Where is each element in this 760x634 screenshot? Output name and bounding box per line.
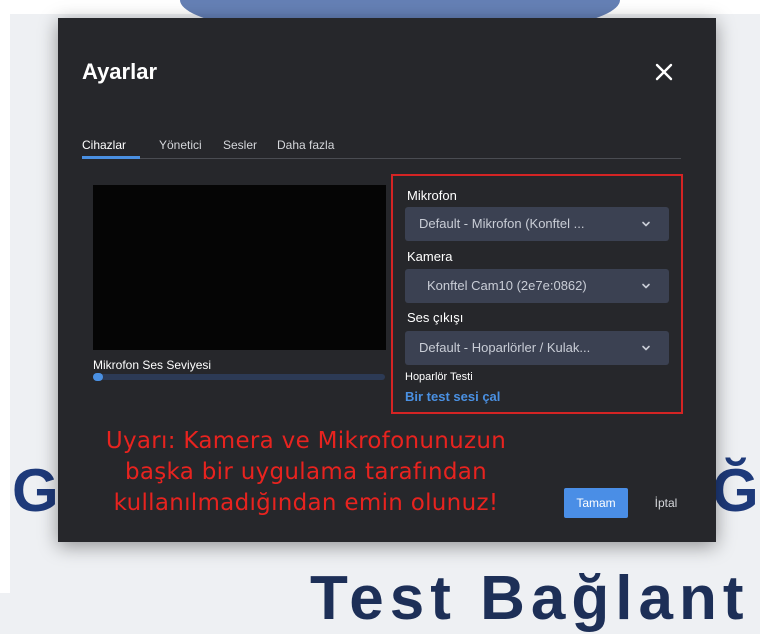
warning-message: Uyarı: Kamera ve Mikrofonunuzun başka bi… [76,426,536,519]
device-selection-panel: Mikrofon Default - Mikrofon (Konftel ...… [391,174,683,414]
close-button[interactable] [652,60,676,84]
close-icon [655,63,673,81]
tab-sounds[interactable]: Sesler [223,138,257,152]
microphone-select-value: Default - Mikrofon (Konftel ... [419,216,585,231]
warning-line-3: kullanılmadığından emin olunuz! [113,490,499,516]
background-left-margin [0,14,10,593]
microphone-label: Mikrofon [407,188,457,203]
tabs-divider [82,158,681,159]
ok-button[interactable]: Tamam [564,488,628,518]
camera-preview [93,185,386,350]
camera-label: Kamera [407,249,453,264]
tab-more[interactable]: Daha fazla [277,138,334,152]
mic-level-indicator [93,373,103,381]
warning-line-2: başka bir uygulama tarafından [124,459,488,485]
speaker-test-label: Hoparlör Testi [405,371,473,383]
warning-line-1: Uyarı: Kamera ve Mikrofonunuzun [105,428,507,454]
dialog-title: Ayarlar [82,59,158,84]
tab-devices[interactable]: Cihazlar [82,138,126,152]
background-text-bottom: Test Bağlant [310,564,750,633]
chevron-down-icon [642,283,650,289]
active-tab-indicator [82,156,140,159]
settings-tabs: Cihazlar Yönetici Sesler Daha fazla [82,138,682,160]
background-text-right: Ğ [712,457,759,524]
speaker-select-value: Default - Hoparlörler / Kulak... [419,340,591,355]
tab-moderator[interactable]: Yönetici [159,138,202,152]
speaker-label: Ses çıkışı [407,310,464,325]
microphone-select[interactable]: Default - Mikrofon (Konftel ... [405,207,669,241]
play-test-sound-link[interactable]: Bir test sesi çal [405,389,500,404]
camera-select-value: Konftel Cam10 (2e7e:0862) [427,278,587,293]
camera-select[interactable]: Konftel Cam10 (2e7e:0862) [405,269,669,303]
mic-level-meter [93,373,385,381]
chevron-down-icon [642,221,650,227]
chevron-down-icon [642,345,650,351]
cancel-button[interactable]: İptal [648,488,684,518]
mic-level-label: Mikrofon Ses Seviyesi [93,358,212,372]
speaker-select[interactable]: Default - Hoparlörler / Kulak... [405,331,669,365]
